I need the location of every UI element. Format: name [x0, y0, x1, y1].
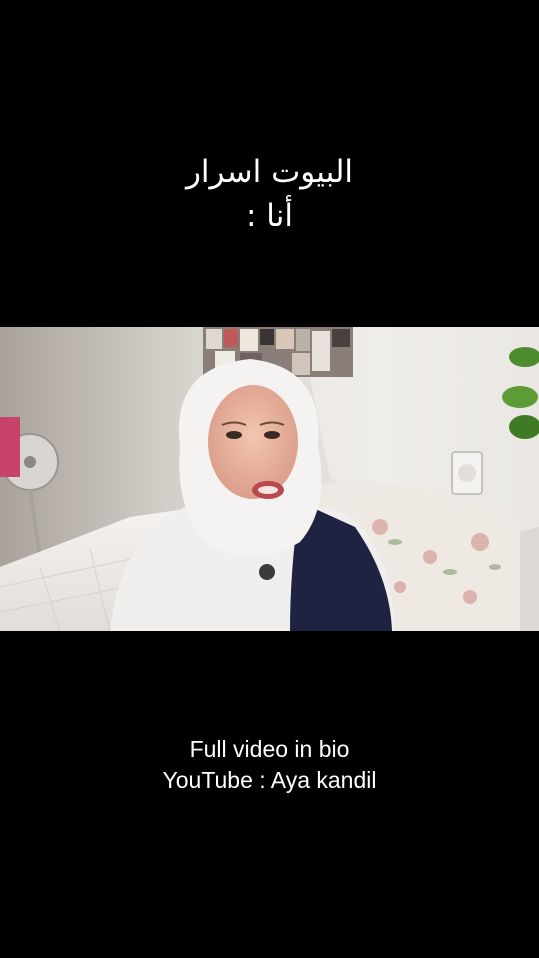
- top-caption-line-1: البيوت اسرار: [185, 154, 354, 190]
- bottom-caption-line-2: YouTube : Aya kandil: [162, 767, 377, 793]
- video-frame[interactable]: [0, 327, 539, 631]
- top-caption-line-2: أنا :: [246, 198, 293, 234]
- bottom-caption: Full video in bio YouTube : Aya kandil: [0, 734, 539, 796]
- bottom-caption-line-1: Full video in bio: [189, 736, 350, 762]
- video-scene: [0, 327, 539, 631]
- top-caption: البيوت اسرار أنا :: [0, 150, 539, 238]
